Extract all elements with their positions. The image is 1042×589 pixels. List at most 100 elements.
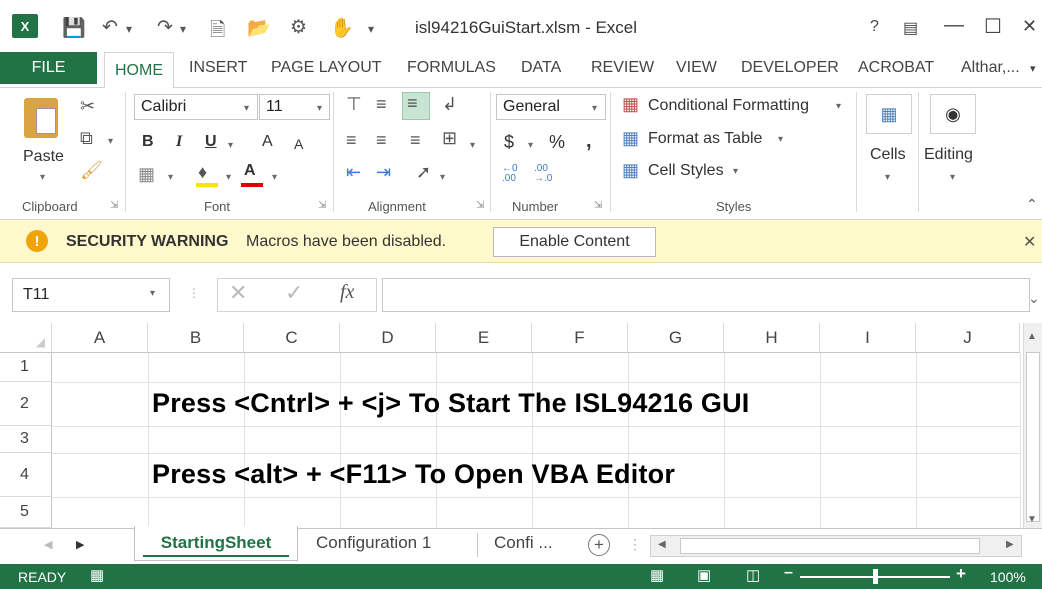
copy-dropdown-icon[interactable]: ▾ [108,136,113,147]
customize-qat-icon[interactable]: ▾ [368,22,374,36]
number-launcher-icon[interactable]: ⇲ [594,200,602,211]
cells-dropdown-icon[interactable]: ▾ [885,172,890,183]
percent-button[interactable]: % [549,132,565,153]
cell-styles-dropdown-icon[interactable]: ▾ [733,166,738,177]
underline-dropdown-icon[interactable]: ▾ [228,140,233,151]
font-color-dropdown-icon[interactable]: ▾ [272,172,277,183]
conditional-formatting-button[interactable]: Conditional Formatting [648,97,809,115]
cancel-icon[interactable]: ✕ [229,280,247,306]
undo-dropdown-icon[interactable]: ▾ [126,22,132,36]
font-name-dropdown-icon[interactable]: ▾ [244,103,249,114]
italic-button[interactable]: I [176,133,182,151]
page-break-view-icon[interactable]: ◫ [746,566,760,584]
tab-view[interactable]: VIEW [676,59,717,77]
row-header-2[interactable]: 2 [0,382,52,426]
format-as-table-dropdown-icon[interactable]: ▾ [778,134,783,145]
fill-color-icon[interactable]: ♦ [198,162,207,183]
cells-icon[interactable]: ▦ [866,94,912,134]
new-sheet-icon[interactable]: + [588,534,610,556]
scroll-left-icon[interactable]: ◀ [658,539,666,550]
number-format-select[interactable]: General [496,94,606,120]
bold-button[interactable]: B [142,133,154,151]
column-header-b[interactable]: B [148,323,244,353]
row-header-3[interactable]: 3 [0,426,52,453]
undo-icon[interactable]: ↶ [102,16,118,39]
tab-developer[interactable]: DEVELOPER [741,59,839,77]
middle-align-icon[interactable]: ≡ [376,94,387,115]
redo-dropdown-icon[interactable]: ▾ [180,22,186,36]
excel-logo-icon[interactable]: X [12,14,38,38]
editing-dropdown-icon[interactable]: ▾ [950,172,955,183]
number-format-dropdown-icon[interactable]: ▾ [592,103,597,114]
fill-color-dropdown-icon[interactable]: ▾ [226,172,231,183]
column-header-i[interactable]: I [820,323,916,353]
help-icon[interactable]: ? [870,18,879,36]
currency-dropdown-icon[interactable]: ▾ [528,140,533,151]
shrink-font-button[interactable]: A [294,136,303,152]
column-header-a[interactable]: A [52,323,148,353]
new-file-icon[interactable]: 🗎 [210,16,225,48]
merge-center-icon[interactable]: ⊞ [442,128,457,149]
font-size-dropdown-icon[interactable]: ▾ [317,103,322,114]
prev-sheet-icon[interactable]: ◀ [44,538,52,551]
scroll-right-icon[interactable]: ▶ [1006,539,1014,550]
decrease-indent-icon[interactable]: ⇤ [346,162,361,183]
row-header-5[interactable]: 5 [0,497,52,528]
font-name-select[interactable]: Calibri [134,94,258,120]
cell-styles-button[interactable]: Cell Styles [648,162,724,180]
borders-dropdown-icon[interactable]: ▾ [168,172,173,183]
select-all-corner[interactable]: ◢ [0,323,52,353]
minimize-icon[interactable]: — [944,14,964,37]
merge-dropdown-icon[interactable]: ▾ [470,140,475,151]
insert-function-button[interactable]: fx [340,281,354,304]
close-icon[interactable]: ✕ [1022,16,1037,37]
row-header-1[interactable]: 1 [0,353,52,382]
cell-b2[interactable]: Press <Cntrl> + <j> To Start The ISL9421… [152,388,750,419]
normal-view-icon[interactable]: ▦ [650,566,664,584]
user-dropdown-icon[interactable]: ▾ [1030,62,1036,75]
row-header-4[interactable]: 4 [0,453,52,497]
cell-b4[interactable]: Press <alt> + <F11> To Open VBA Editor [152,459,675,490]
save-icon[interactable]: 💾 [62,16,86,40]
redo-icon[interactable]: ↷ [157,16,173,39]
column-header-j[interactable]: J [916,323,1020,353]
orientation-dropdown-icon[interactable]: ▾ [440,172,445,183]
sheet-tab-startingsheet[interactable]: StartingSheet [134,526,298,561]
font-color-icon[interactable]: A [244,162,256,180]
zoom-in-icon[interactable]: + [956,564,966,584]
tab-page-layout[interactable]: PAGE LAYOUT [271,59,382,77]
formula-input[interactable] [382,278,1030,312]
column-header-g[interactable]: G [628,323,724,353]
bottom-align-icon[interactable]: ≡ [402,92,430,120]
page-layout-view-icon[interactable]: ▣ [697,566,711,584]
column-header-f[interactable]: F [532,323,628,353]
column-header-d[interactable]: D [340,323,436,353]
column-header-h[interactable]: H [724,323,820,353]
tab-review[interactable]: REVIEW [591,59,654,77]
top-align-icon[interactable]: ⊤ [346,94,362,115]
format-as-table-button[interactable]: Format as Table [648,130,762,148]
next-sheet-icon[interactable]: ▶ [76,538,84,551]
font-launcher-icon[interactable]: ⇲ [318,200,326,211]
align-left-icon[interactable]: ≡ [346,130,357,151]
tab-split-grip-icon[interactable]: ⋮ [628,536,642,553]
sheet-tab-configuration-more[interactable]: Confi ... [494,533,553,553]
column-header-e[interactable]: E [436,323,532,353]
cell-styles-icon[interactable]: ▦ [622,160,639,181]
name-box-dropdown-icon[interactable]: ▾ [150,288,155,299]
paste-dropdown-icon[interactable]: ▾ [40,172,45,183]
tab-file[interactable]: FILE [0,52,97,84]
scroll-up-icon[interactable]: ▲ [1027,331,1037,342]
grow-font-button[interactable]: A [262,133,273,151]
increase-decimal-icon[interactable]: ←0.00 [502,164,518,184]
increase-indent-icon[interactable]: ⇥ [376,162,391,183]
close-icon[interactable]: ✕ [1023,232,1036,252]
align-center-icon[interactable]: ≡ [376,130,387,151]
editing-button[interactable]: Editing [924,146,973,164]
comma-button[interactable]: , [586,130,592,153]
horizontal-scroll-thumb[interactable] [680,538,980,554]
macro-recording-icon[interactable]: ▦ [90,566,104,584]
zoom-slider-thumb[interactable] [873,569,878,584]
copy-icon[interactable]: ⧉ [80,128,93,149]
currency-button[interactable]: $ [504,132,514,153]
